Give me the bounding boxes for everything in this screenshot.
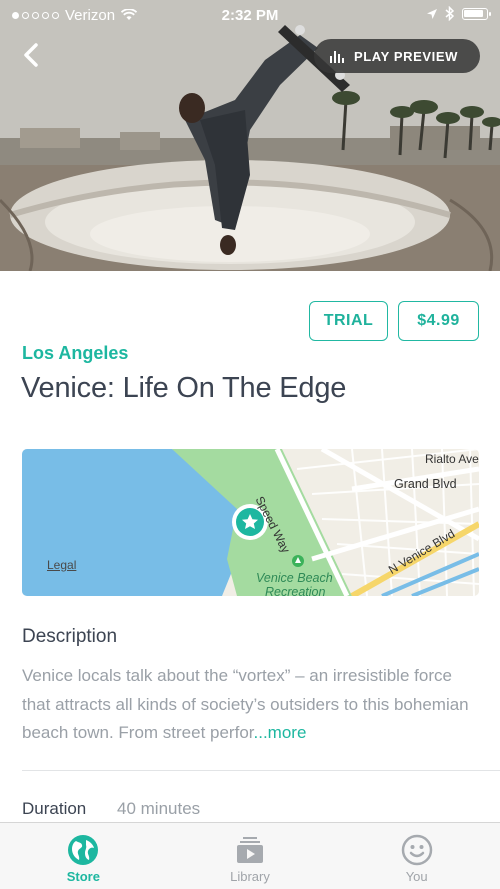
library-icon (237, 837, 263, 863)
more-link[interactable]: ...more (254, 723, 307, 742)
tab-you[interactable]: You (333, 823, 500, 889)
smiley-face-icon (401, 834, 432, 866)
status-bar: Verizon 2:32 PM (0, 0, 500, 30)
audio-bars-icon (330, 51, 344, 63)
tab-store-label: Store (66, 869, 100, 884)
street-label-rialto: Rialto Ave (425, 452, 479, 466)
poi-label-line-1: Venice Beach (256, 571, 333, 585)
description-text: Venice locals talk about the “vortex” – … (22, 662, 484, 748)
tab-bar: Store Library You (0, 822, 500, 889)
location-arrow-icon (427, 8, 437, 19)
duration-value: 40 minutes (117, 799, 201, 818)
street-label-grand: Grand Blvd (394, 477, 457, 491)
tour-title: Venice: Life On The Edge (21, 372, 347, 404)
poi-label-line-2: Recreation (265, 585, 326, 596)
chevron-left-icon (24, 43, 38, 67)
bluetooth-icon (445, 6, 455, 21)
map-preview[interactable]: Legal Rialto Ave Grand Blvd Speed Way N … (22, 449, 479, 596)
play-preview-label: PLAY PREVIEW (354, 48, 459, 64)
description-heading: Description (22, 626, 118, 647)
description-body: Venice locals talk about the “vortex” – … (22, 666, 469, 742)
buy-price-button[interactable]: $4.99 (398, 301, 479, 341)
wifi-icon (121, 9, 138, 20)
city-label: Los Angeles (22, 343, 129, 363)
tab-library-label: Library (230, 869, 270, 884)
map-graphic (22, 449, 479, 596)
carrier-label: Verizon (65, 6, 116, 24)
tab-store[interactable]: Store (0, 823, 167, 889)
tab-you-label: You (405, 869, 428, 884)
duration-label: Duration (22, 799, 87, 818)
divider (22, 770, 500, 771)
signal-strength-icon (12, 11, 59, 19)
map-legal-link[interactable]: Legal (47, 558, 76, 572)
battery-icon (462, 7, 491, 20)
trial-button[interactable]: TRIAL (309, 301, 388, 341)
play-preview-button[interactable]: PLAY PREVIEW (314, 39, 480, 73)
back-button[interactable] (14, 38, 50, 74)
tab-library[interactable]: Library (167, 823, 334, 889)
globe-icon (68, 835, 99, 865)
